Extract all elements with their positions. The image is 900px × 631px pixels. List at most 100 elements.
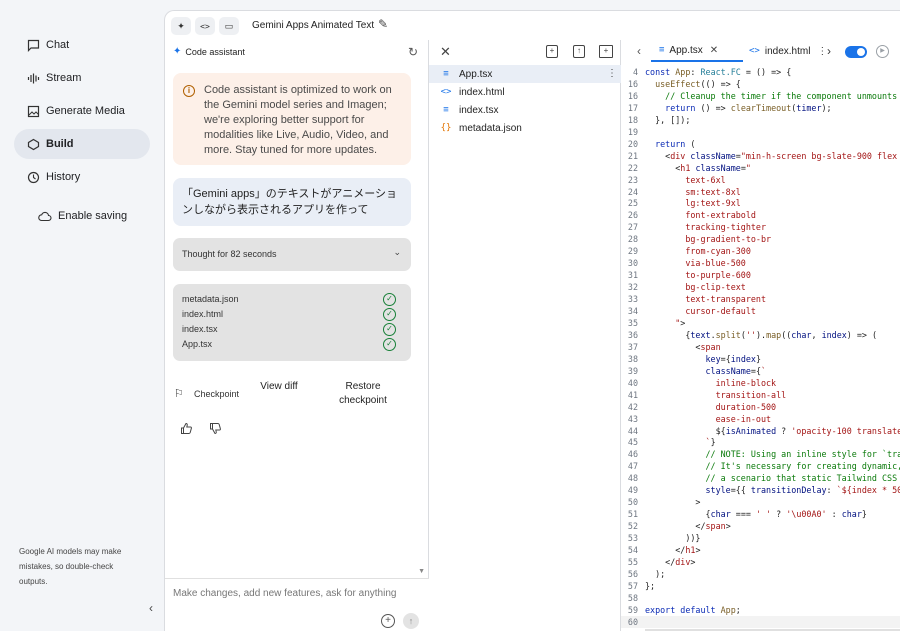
code-line[interactable]: 25 lg:text-9xl — [621, 197, 900, 209]
code-line[interactable]: 18 }, []); — [621, 114, 900, 126]
nav-item-history[interactable]: History — [14, 162, 150, 192]
line-number: 4 — [632, 67, 638, 77]
tab-more-icon[interactable]: ⋮ — [817, 46, 827, 57]
thumbs-down-icon[interactable] — [209, 422, 222, 438]
device-preview-button[interactable]: ▭ — [219, 17, 239, 35]
sparkle-icon: ✦ — [173, 46, 182, 57]
changed-file[interactable]: App.tsx — [182, 339, 212, 349]
code-line[interactable]: 36 {text.split('').map((char, index) => … — [621, 329, 900, 341]
info-banner: i Code assistant is optimized to work on… — [173, 73, 411, 165]
code-line[interactable]: 30 via-blue-500 — [621, 257, 900, 269]
scroll-down-arrow-icon[interactable]: ▼ — [418, 568, 425, 575]
enable-saving-button[interactable]: Enable saving — [26, 201, 162, 231]
code-text: useEffect(() => { — [655, 78, 741, 89]
app-title: Gemini Apps Animated Text — [252, 20, 375, 31]
tab-app-tsx[interactable]: ≡ App.tsx ✕ — [651, 40, 743, 62]
code-line[interactable]: 16 useEffect(() => { — [621, 78, 900, 90]
code-area[interactable]: 4 const App: React.FC = () => {16 useEffe… — [621, 65, 900, 631]
restore-checkpoint-button[interactable]: Restore checkpoint — [323, 380, 403, 408]
code-line[interactable]: 52 </span> — [621, 520, 900, 532]
chat-input[interactable] — [173, 588, 408, 599]
code-line[interactable]: 44 ${isAnimated ? 'opacity-100 translate… — [621, 425, 900, 437]
code-text: </span> — [645, 521, 731, 532]
code-line[interactable]: 46 // NOTE: Using an inline style for `t… — [621, 448, 900, 460]
nav-item-generate-media[interactable]: Generate Media — [14, 96, 150, 126]
code-line[interactable]: 48 // a scenario that static Tailwind CS… — [621, 472, 900, 484]
code-line[interactable]: 24 sm:text-8xl — [621, 186, 900, 198]
code-line[interactable]: 20 return ( — [621, 138, 900, 150]
code-line[interactable]: 42 duration-500 — [621, 401, 900, 413]
changed-file[interactable]: index.html — [182, 309, 223, 319]
code-line[interactable]: 32 bg-clip-text — [621, 281, 900, 293]
code-line[interactable]: 40 inline-block — [621, 377, 900, 389]
add-attachment-button[interactable]: + — [381, 614, 395, 628]
close-explorer-button[interactable]: ✕ — [440, 44, 451, 60]
new-file-button[interactable]: + — [546, 45, 558, 58]
code-line[interactable]: 38 key={index} — [621, 353, 900, 365]
tsx-file-icon: ≡ — [443, 69, 449, 79]
nav-item-stream[interactable]: Stream — [14, 63, 150, 93]
code-line[interactable]: 28 bg-gradient-to-br — [621, 233, 900, 245]
file-item-index-tsx[interactable]: ≡ index.tsx — [429, 101, 621, 119]
code-line[interactable]: 4 const App: React.FC = () => { — [621, 66, 900, 78]
tabs-scroll-left-button[interactable]: ‹ — [637, 44, 641, 58]
code-line[interactable]: 26 font-extrabold — [621, 209, 900, 221]
code-line[interactable]: 58 — [621, 592, 900, 604]
code-line[interactable]: 55 </div> — [621, 556, 900, 568]
thumbs-up-icon[interactable] — [180, 422, 193, 438]
nav-item-chat[interactable]: Chat — [14, 30, 150, 60]
upload-file-button[interactable]: ↑ — [573, 45, 585, 58]
code-line[interactable]: 60 — [621, 615, 900, 628]
html-file-icon: <> — [440, 87, 452, 97]
code-line[interactable]: 22 <h1 className=" — [621, 162, 900, 174]
code-line[interactable]: 50 > — [621, 496, 900, 508]
code-text: {text.split('').map((char, index) => ( — [645, 329, 878, 340]
code-line[interactable]: 17 return () => clearTimeout(timer); — [621, 102, 900, 114]
preview-toggle[interactable] — [845, 46, 867, 58]
code-line[interactable]: 54 </h1> — [621, 544, 900, 556]
tab-index-html[interactable]: <> index.html ⋮ — [747, 40, 827, 62]
code-line[interactable]: 39 className={` — [621, 365, 900, 377]
thought-summary[interactable]: Thought for 82 seconds ⌄ — [173, 238, 411, 271]
code-line[interactable]: 51 {char === ' ' ? '\u00A0' : char} — [621, 508, 900, 520]
view-diff-button[interactable]: View diff — [257, 380, 301, 394]
code-line[interactable]: 31 to-purple-600 — [621, 269, 900, 281]
send-button[interactable]: ↑ — [403, 613, 419, 629]
close-tab-icon[interactable]: ✕ — [710, 45, 718, 56]
code-line[interactable]: 43 ease-in-out — [621, 413, 900, 425]
code-line[interactable]: 49 style={{ transitionDelay: `${index * … — [621, 484, 900, 496]
code-text: text-transparent — [645, 294, 767, 305]
code-line[interactable]: 16 // Cleanup the timer if the component… — [621, 90, 900, 102]
code-line[interactable]: 34 cursor-default — [621, 305, 900, 317]
code-line[interactable]: 41 transition-all — [621, 389, 900, 401]
nav-item-build[interactable]: Build — [14, 129, 150, 159]
code-line[interactable]: 21 <div className="min-h-screen bg-slate… — [621, 150, 900, 162]
code-line[interactable]: 35 "> — [621, 317, 900, 329]
edit-title-button[interactable]: ✎ — [378, 17, 388, 31]
code-line[interactable]: 27 tracking-tighter — [621, 221, 900, 233]
code-line[interactable]: 45 `} — [621, 436, 900, 448]
more-vert-icon[interactable]: ⋮ — [607, 68, 617, 79]
file-item-app-tsx[interactable]: ≡ App.tsx — [429, 65, 621, 83]
code-line[interactable]: 56 ); — [621, 568, 900, 580]
code-line[interactable]: 29 from-cyan-300 — [621, 245, 900, 257]
gemini-spark-button[interactable]: ✦ — [171, 17, 191, 35]
refresh-button[interactable]: ↻ — [408, 45, 418, 59]
code-line[interactable]: 23 text-6xl — [621, 174, 900, 186]
code-view-button[interactable]: <> — [195, 17, 215, 35]
changed-file[interactable]: metadata.json — [182, 294, 239, 304]
code-line[interactable]: 19 — [621, 126, 900, 138]
run-button[interactable]: ▶ — [876, 45, 889, 58]
code-line[interactable]: 47 // It's necessary for creating dynami… — [621, 460, 900, 472]
code-line[interactable]: 53 ))} — [621, 532, 900, 544]
file-item-index-html[interactable]: <> index.html — [429, 83, 621, 101]
code-line[interactable]: 33 text-transparent — [621, 293, 900, 305]
new-folder-button[interactable]: + — [599, 45, 613, 58]
code-line[interactable]: 37 <span — [621, 341, 900, 353]
collapse-sidebar-button[interactable]: ‹ — [143, 600, 159, 616]
file-item-metadata-json[interactable]: {} metadata.json — [429, 119, 621, 137]
changed-file[interactable]: index.tsx — [182, 324, 218, 334]
code-line[interactable]: 57}; — [621, 580, 900, 592]
code-line[interactable]: 59 export default App; — [621, 604, 900, 616]
tabs-scroll-right-button[interactable]: › — [827, 44, 831, 58]
